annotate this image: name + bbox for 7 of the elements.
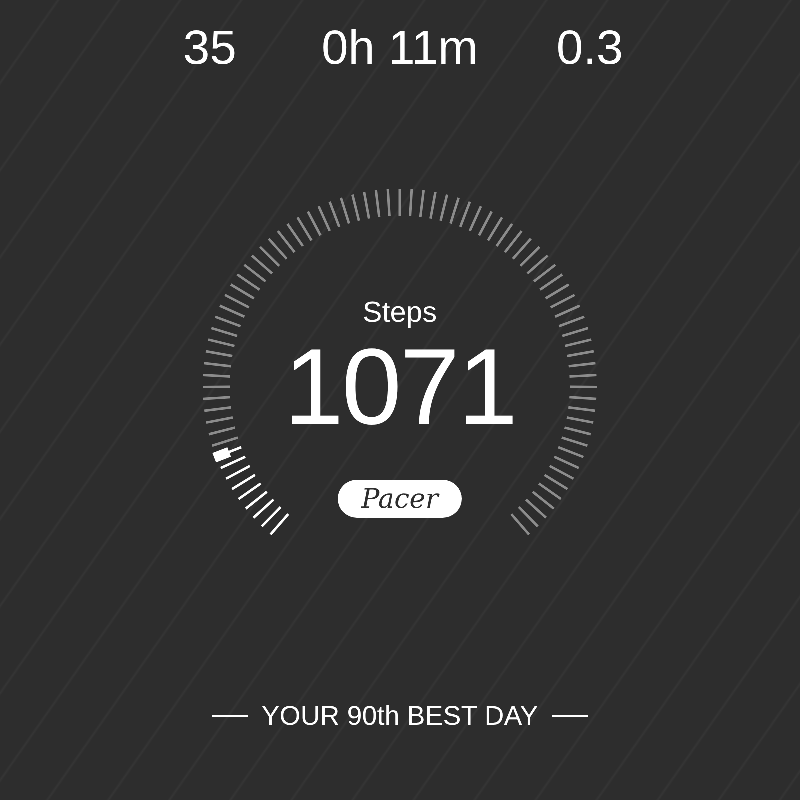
steps-count: 1071	[284, 332, 516, 442]
stat-value: 0.3	[556, 22, 624, 76]
steps-label: Steps	[362, 296, 438, 330]
stat-value: 35	[182, 22, 238, 76]
brand-badge: Pacer	[338, 480, 462, 518]
best-day-caption: YOUR 90th BEST DAY	[262, 700, 538, 732]
stat-value: 0h 11m	[320, 22, 480, 76]
